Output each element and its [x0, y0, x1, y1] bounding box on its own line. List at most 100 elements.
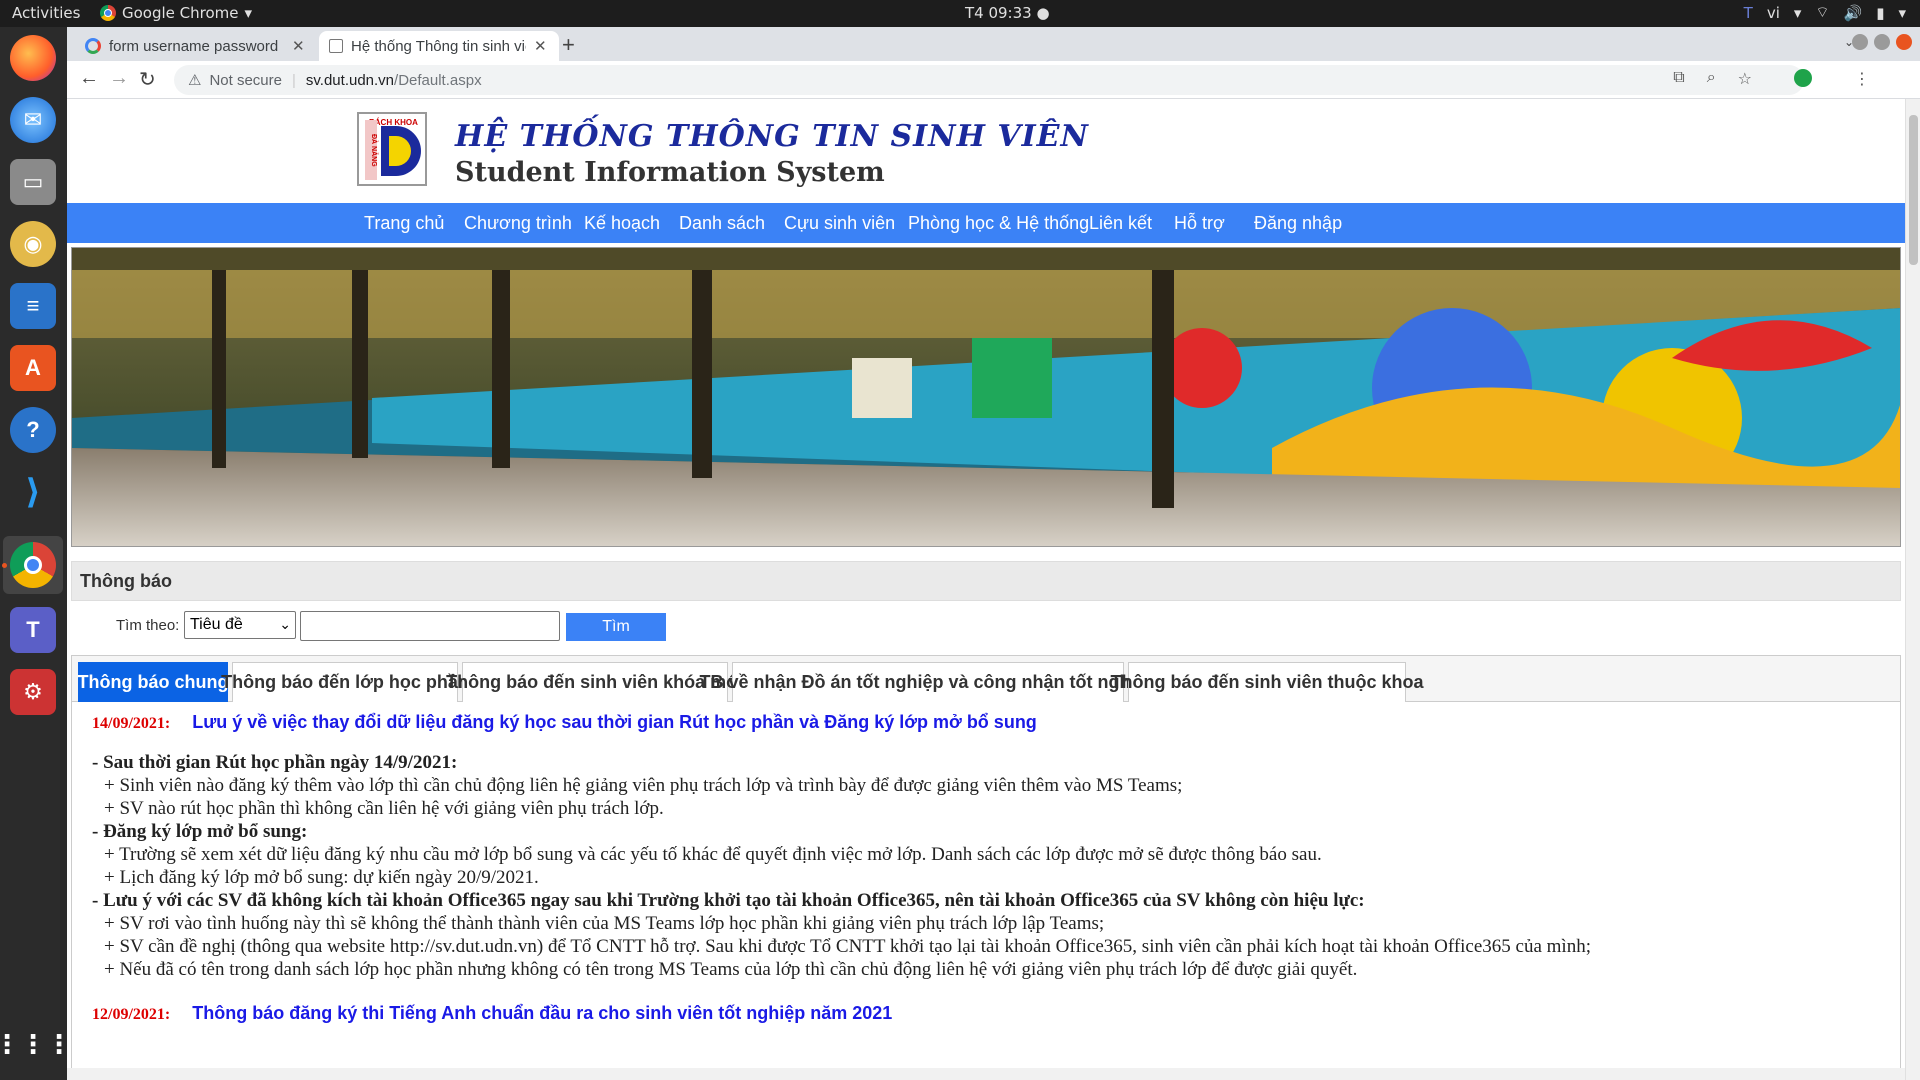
browser-tab-2[interactable]: Hệ thống Thông tin sinh viên ✕	[319, 31, 559, 61]
app-menu-label: Google Chrome	[122, 4, 239, 22]
close-icon[interactable]: ✕	[534, 37, 547, 55]
chrome-icon[interactable]	[10, 542, 56, 588]
notice-title-link[interactable]: Lưu ý về việc thay đổi dữ liệu đăng ký h…	[192, 712, 1037, 733]
files-icon[interactable]: ▭	[10, 159, 56, 205]
browser-tab-1[interactable]: form username password ✕	[75, 31, 315, 61]
chrome-window: form username password ✕ Hệ thống Thông …	[67, 27, 1920, 1080]
google-icon	[85, 38, 101, 54]
clock-label: T4 09:33	[965, 4, 1032, 22]
tab-new-student-notices[interactable]: Thông báo đến sinh viên khóa mới	[446, 662, 744, 702]
extension-icon[interactable]	[1794, 69, 1812, 87]
nav-item-support[interactable]: Hỗ trợ	[1174, 213, 1225, 234]
nav-item-rooms-system[interactable]: Phòng học & Hệ thống	[908, 213, 1089, 234]
site-logo[interactable]: BÁCH KHOA ĐÀ NẴNG	[357, 112, 427, 186]
logo-emblem	[381, 126, 421, 176]
wifi-icon[interactable]: ⌔	[1815, 3, 1829, 22]
dock: ✉ ▭ ◉ ≡ A ? ⟩ T ⚙ ⋮⋮⋮	[0, 27, 72, 1080]
nav-item-program[interactable]: Chương trình	[464, 213, 572, 234]
nav-item-list[interactable]: Danh sách	[679, 213, 765, 234]
maximize-button[interactable]	[1874, 34, 1890, 50]
notice-panel-header: Thông báo	[71, 561, 1901, 601]
menu-icon[interactable]: ⋮	[1854, 69, 1870, 89]
nav-item-login[interactable]: Đăng nhập	[1254, 213, 1342, 234]
teams-icon[interactable]: T	[10, 607, 56, 653]
notice-line: - Sau thời gian Rút học phần ngày 14/9/2…	[92, 752, 458, 773]
rhythmbox-icon[interactable]: ◉	[10, 221, 56, 267]
site-title-vietnamese: HỆ THỐNG THÔNG TIN SINH VIÊN	[455, 119, 1089, 154]
chevron-down-icon: ▾	[1898, 3, 1906, 22]
volume-icon[interactable]: 🔊	[1844, 4, 1863, 22]
site-title-english: Student Information System	[455, 157, 885, 188]
notice-item: 12/09/2021: Thông báo đăng ký thi Tiếng …	[92, 1003, 1892, 1024]
new-tab-button[interactable]: +	[562, 32, 575, 58]
notice-date: 12/09/2021:	[92, 1006, 171, 1023]
close-window-button[interactable]	[1896, 34, 1912, 50]
toolbar-actions: ⧉ ⌕ ☆ ⋮	[1673, 69, 1900, 89]
tab-strip: form username password ✕ Hệ thống Thông …	[67, 27, 1920, 61]
scrollbar-thumb[interactable]	[1909, 115, 1918, 265]
vscode-icon[interactable]: ⟩	[10, 469, 56, 515]
software-center-icon[interactable]: A	[10, 345, 56, 391]
tab-general-notices[interactable]: Thông báo chung	[78, 662, 229, 702]
search-button[interactable]: Tìm	[566, 613, 666, 641]
nav-item-links[interactable]: Liên kết	[1089, 213, 1152, 234]
tab-class-notices[interactable]: Thông báo đến lớp học phần	[221, 662, 469, 702]
search-field-select[interactable]: Tiêu đề ⌄	[184, 611, 296, 639]
notice-title-link[interactable]: Thông báo đăng ký thi Tiếng Anh chuẩn đầ…	[192, 1003, 892, 1024]
browser-toolbar: ← → ↻ ⚠ Not secure | sv.dut.udn.vn /Defa…	[67, 61, 1920, 99]
clock[interactable]: T4 09:33 ●	[965, 4, 1050, 22]
teams-tray-icon[interactable]: T	[1744, 4, 1753, 22]
battery-icon[interactable]: ▮	[1876, 4, 1884, 22]
horizontal-scrollbar[interactable]	[67, 1068, 1905, 1080]
translate-icon[interactable]: ⧉	[1673, 69, 1684, 89]
window-controls	[1852, 34, 1912, 50]
reload-button[interactable]: ↻	[139, 67, 156, 92]
firefox-icon[interactable]	[10, 35, 56, 81]
notice-line: + Lịch đăng ký lớp mở bổ sung: dự kiến n…	[104, 867, 539, 888]
back-button[interactable]: ←	[79, 67, 99, 90]
thunderbird-icon[interactable]: ✉	[10, 97, 56, 143]
nav-item-home[interactable]: Trang chủ	[364, 213, 444, 234]
nav-item-alumni[interactable]: Cựu sinh viên	[784, 213, 895, 234]
activities-button[interactable]: Activities	[12, 4, 80, 22]
search-field-selected: Tiêu đề	[190, 616, 243, 633]
security-label[interactable]: Not secure	[209, 72, 282, 89]
close-icon[interactable]: ✕	[292, 37, 305, 55]
divider: |	[292, 71, 296, 89]
logo-side-text: ĐÀ NẴNG	[365, 120, 377, 180]
nav-item-plan[interactable]: Kế hoạch	[584, 213, 660, 234]
browser-tab-title: Hệ thống Thông tin sinh viên	[351, 37, 526, 55]
url-host: sv.dut.udn.vn	[305, 71, 395, 89]
search-input[interactable]	[300, 611, 560, 641]
vertical-scrollbar[interactable]	[1905, 99, 1920, 1080]
notice-tab-row: Thông báo chung Thông báo đến lớp học ph…	[72, 656, 1900, 702]
banner-mural-illustration	[72, 248, 1900, 546]
notice-list: 14/09/2021: Lưu ý về việc thay đổi dữ li…	[92, 712, 1892, 1042]
notice-line: + Trường sẽ xem xét dữ liệu đăng ký nhu …	[104, 844, 1322, 865]
libreoffice-writer-icon[interactable]: ≡	[10, 283, 56, 329]
language-indicator[interactable]: vi	[1767, 4, 1780, 22]
notice-line: - Đăng ký lớp mở bổ sung:	[92, 821, 308, 842]
notice-line: - Lưu ý với các SV đã không kích tài kho…	[92, 890, 1365, 911]
bookmark-star-icon[interactable]: ☆	[1738, 69, 1752, 89]
notice-date: 14/09/2021:	[92, 715, 171, 732]
forward-button[interactable]: →	[109, 67, 129, 90]
chevron-down-icon: ▾	[244, 4, 253, 22]
show-apps-icon[interactable]: ⋮⋮⋮	[0, 1021, 72, 1067]
help-icon[interactable]: ?	[10, 407, 56, 453]
app-menu[interactable]: Google Chrome ▾	[100, 4, 252, 22]
tab-graduation-notices[interactable]: TB về nhận Đồ án tốt nghiệp và công nhận…	[700, 662, 1157, 702]
warning-icon[interactable]: ⚠	[188, 71, 201, 89]
url-path: /Default.aspx	[394, 71, 482, 89]
tab-faculty-notices[interactable]: Thông báo đến sinh viên thuộc khoa	[1111, 662, 1424, 702]
system-tray[interactable]: T vi ▾ ⌔ 🔊 ▮ ▾	[1744, 3, 1906, 22]
address-bar[interactable]: ⚠ Not secure | sv.dut.udn.vn /Default.as…	[174, 65, 1804, 95]
notice-panel-title: Thông báo	[80, 571, 172, 591]
notice-search: Tìm theo: Tiêu đề ⌄ Tìm	[71, 603, 1901, 649]
minimize-button[interactable]	[1852, 34, 1868, 50]
notice-line: + SV nào rút học phần thì không cần liên…	[104, 798, 664, 819]
settings-icon[interactable]: ⚙	[10, 669, 56, 715]
banner-image	[71, 247, 1901, 547]
zoom-icon[interactable]: ⌕	[1707, 69, 1716, 89]
chevron-down-icon: ⌄	[279, 616, 291, 632]
